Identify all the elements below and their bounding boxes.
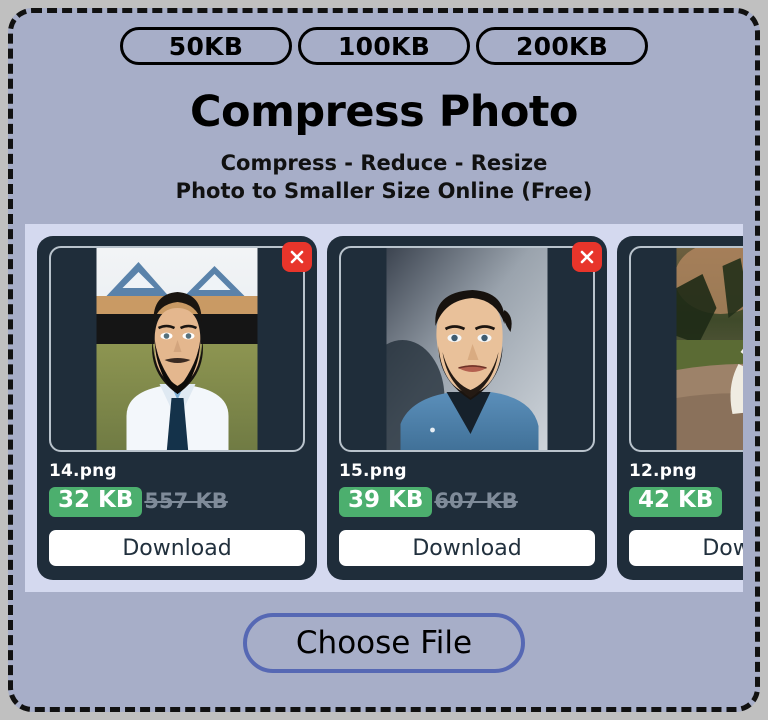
- thumbnail-frame: [339, 246, 595, 452]
- subtitle-line-1: Compress - Reduce - Resize: [220, 151, 548, 175]
- choose-file-button[interactable]: Choose File: [243, 613, 525, 673]
- choose-file-row: Choose File: [13, 613, 755, 673]
- results-carousel[interactable]: 14.png 32 KB 557 KB Download 15.png 39 K…: [25, 224, 743, 592]
- photo-thumbnail: [96, 248, 258, 450]
- download-button[interactable]: Download: [49, 530, 305, 566]
- photo-thumbnail: [676, 248, 743, 450]
- size-row: 39 KB 607 KB: [339, 487, 595, 517]
- subtitle-line-2: Photo to Smaller Size Online (Free): [175, 179, 593, 204]
- thumbnail-frame: [629, 246, 743, 452]
- page-inner: 50KB 100KB 200KB Compress Photo Compress…: [13, 13, 755, 707]
- thumbnail-frame: [49, 246, 305, 452]
- close-icon[interactable]: [282, 242, 312, 272]
- file-name: 12.png: [629, 461, 697, 481]
- result-card: 14.png 32 KB 557 KB Download: [37, 236, 317, 580]
- original-size-striked: 607 KB: [434, 489, 518, 514]
- preset-100kb-button[interactable]: 100KB: [298, 27, 470, 65]
- file-name: 15.png: [339, 461, 407, 481]
- preset-size-row: 50KB 100KB 200KB: [13, 27, 755, 65]
- file-name: 14.png: [49, 461, 117, 481]
- page-title: Compress Photo: [190, 87, 578, 137]
- result-card: 15.png 39 KB 607 KB Download: [327, 236, 607, 580]
- compressed-size-badge: 39 KB: [339, 487, 433, 517]
- results-track: 14.png 32 KB 557 KB Download 15.png 39 K…: [37, 236, 743, 580]
- download-button[interactable]: Download: [629, 530, 743, 566]
- compressed-size-badge: 42 KB: [629, 487, 723, 517]
- close-icon[interactable]: [572, 242, 602, 272]
- page-subtitle: Compress - Reduce - Resize Photo to Smal…: [13, 149, 755, 206]
- preset-200kb-button[interactable]: 200KB: [476, 27, 648, 65]
- result-card: 12.png 42 KB Download: [617, 236, 743, 580]
- preset-50kb-button[interactable]: 50KB: [120, 27, 292, 65]
- photo-thumbnail: [386, 248, 548, 450]
- download-button[interactable]: Download: [339, 530, 595, 566]
- size-row: 32 KB 557 KB: [49, 487, 305, 517]
- compressed-size-badge: 32 KB: [49, 487, 143, 517]
- dashed-page-frame: 50KB 100KB 200KB Compress Photo Compress…: [8, 8, 760, 712]
- original-size-striked: 557 KB: [144, 489, 228, 514]
- app-root: 50KB 100KB 200KB Compress Photo Compress…: [0, 0, 768, 720]
- size-row: 42 KB: [629, 487, 743, 517]
